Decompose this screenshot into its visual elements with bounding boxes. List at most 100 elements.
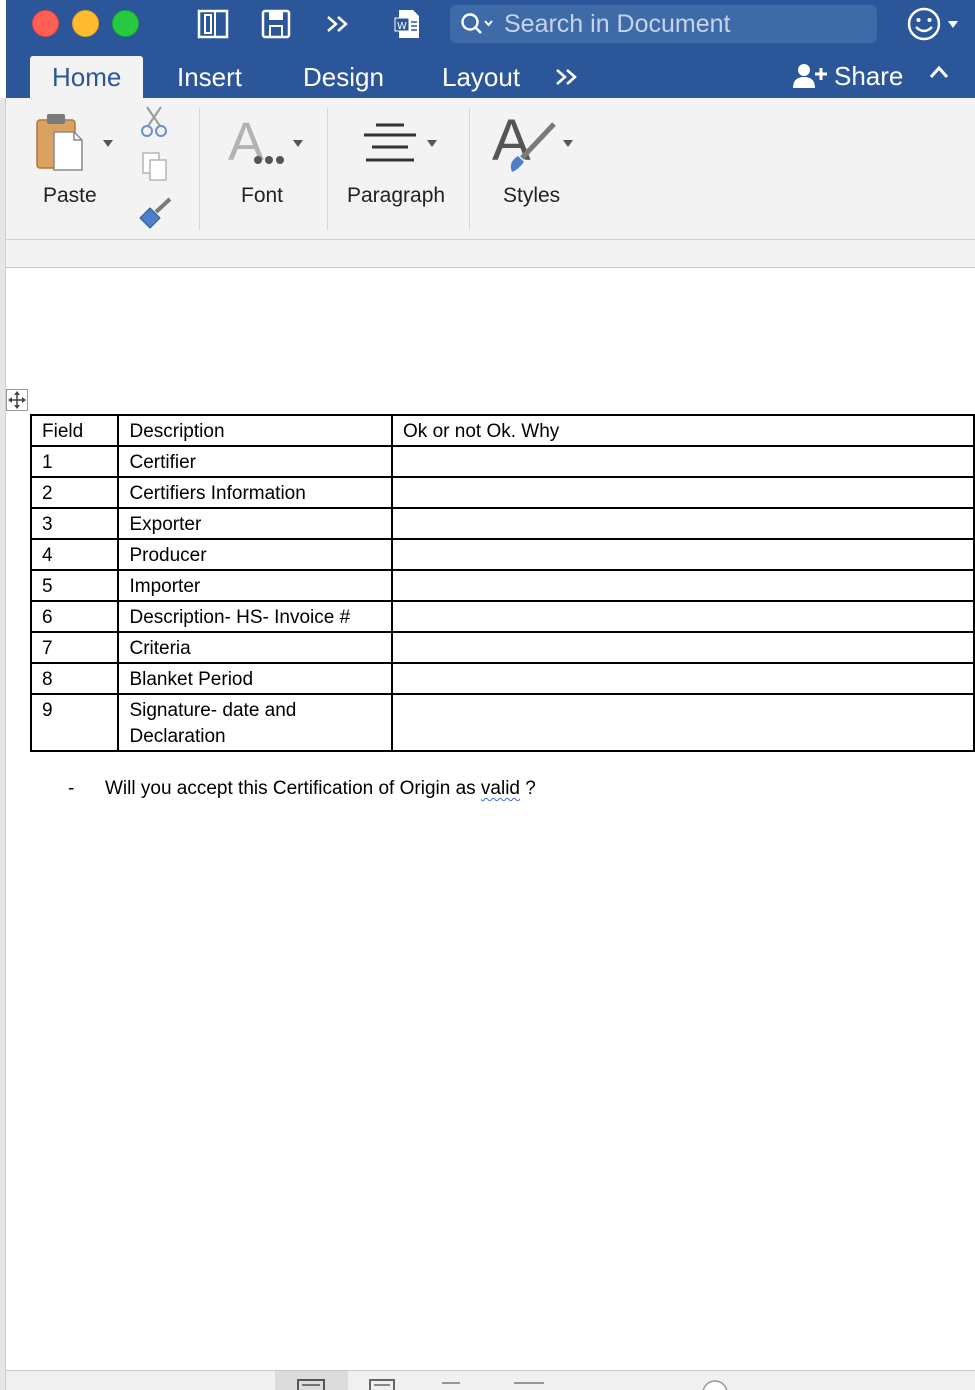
- paste-options-arrow[interactable]: [103, 140, 113, 147]
- tab-layout[interactable]: Layout: [442, 56, 520, 98]
- search-input[interactable]: Search in Document: [450, 5, 877, 43]
- table-row: 7 Criteria: [29, 631, 975, 664]
- description-cell[interactable]: Producer: [117, 538, 394, 571]
- more-commands-icon[interactable]: [322, 8, 354, 40]
- field-cell[interactable]: 2: [29, 476, 120, 509]
- search-icon: [460, 12, 494, 36]
- zoom-slider-thumb[interactable]: [700, 1371, 730, 1390]
- status-cell[interactable]: [391, 476, 975, 509]
- paste-icon[interactable]: [34, 110, 90, 176]
- title-bar: W Search in Document: [6, 0, 975, 50]
- table-row: 3 Exporter: [29, 507, 975, 540]
- field-cell[interactable]: 8: [29, 662, 120, 695]
- tab-home-label: Home: [52, 61, 122, 92]
- description-cell[interactable]: Criteria: [117, 631, 394, 664]
- tab-home[interactable]: Home: [30, 56, 144, 98]
- table-row: 6 Description- HS- Invoice #: [29, 600, 975, 633]
- table-row: 5 Importer: [29, 569, 975, 602]
- status-cell[interactable]: [391, 569, 975, 602]
- feedback-smiley-icon[interactable]: [906, 6, 966, 42]
- paragraph-label[interactable]: Paragraph: [347, 184, 445, 208]
- more-tabs-icon[interactable]: [554, 56, 580, 98]
- description-cell[interactable]: Importer: [117, 569, 394, 602]
- status-cell[interactable]: [391, 538, 975, 571]
- status-cell[interactable]: [391, 662, 975, 695]
- table-row: 2 Certifiers Information: [29, 476, 975, 509]
- description-cell[interactable]: Signature- date and Declaration: [117, 693, 394, 752]
- sidebar-toggle-icon[interactable]: [196, 8, 230, 40]
- spellcheck-flagged-word[interactable]: valid: [481, 778, 520, 799]
- question-paragraph[interactable]: Will you accept this Certification of Or…: [105, 778, 536, 800]
- share-label: Share: [834, 60, 904, 91]
- zoom-window-button[interactable]: [112, 10, 139, 37]
- close-window-button[interactable]: [32, 10, 59, 37]
- status-bar: [6, 1370, 975, 1390]
- tab-insert-label: Insert: [177, 61, 243, 92]
- cut-icon[interactable]: [138, 104, 170, 142]
- collapse-ribbon-icon[interactable]: [928, 62, 950, 86]
- minimize-window-button[interactable]: [72, 10, 99, 37]
- ribbon-separator: [469, 108, 470, 230]
- svg-text:W: W: [397, 21, 407, 32]
- table-row: 4 Producer: [29, 538, 975, 571]
- home-ribbon: Paste A Font Paragraph A Styles: [6, 98, 975, 240]
- copy-icon[interactable]: [140, 150, 170, 188]
- field-cell[interactable]: 3: [29, 507, 120, 540]
- tab-design[interactable]: Design: [303, 56, 384, 98]
- print-layout-view-button[interactable]: [275, 1371, 348, 1390]
- description-cell[interactable]: Exporter: [117, 507, 394, 540]
- header-field[interactable]: Field: [29, 414, 120, 447]
- styles-label[interactable]: Styles: [503, 184, 560, 208]
- outline-view-button[interactable]: [436, 1371, 466, 1390]
- ruler-area: [6, 240, 975, 268]
- question-suffix: ?: [520, 778, 536, 799]
- table-row: 8 Blanket Period: [29, 662, 975, 695]
- tab-insert[interactable]: Insert: [177, 56, 242, 98]
- paragraph-align-icon[interactable]: [362, 120, 418, 170]
- font-label[interactable]: Font: [241, 184, 283, 208]
- question-text: Will you accept this Certification of Or…: [105, 778, 476, 799]
- paragraph-options-arrow[interactable]: [427, 140, 437, 147]
- field-cell[interactable]: 1: [29, 445, 120, 478]
- save-icon[interactable]: [260, 8, 292, 40]
- format-painter-icon[interactable]: [136, 196, 174, 234]
- ribbon-separator: [327, 108, 328, 230]
- status-cell[interactable]: [391, 631, 975, 664]
- table-row: 1 Certifier: [29, 445, 975, 478]
- tab-design-label: Design: [303, 61, 384, 92]
- web-layout-view-button[interactable]: [364, 1371, 404, 1390]
- styles-options-arrow[interactable]: [563, 140, 573, 147]
- field-cell[interactable]: 7: [29, 631, 120, 664]
- styles-icon[interactable]: A: [492, 108, 562, 180]
- table-header-row: Field Description Ok or not Ok. Why: [29, 414, 975, 447]
- draft-view-button[interactable]: [510, 1371, 550, 1390]
- word-document-icon: W: [392, 8, 422, 40]
- description-cell[interactable]: Blanket Period: [117, 662, 394, 695]
- table-move-handle-icon[interactable]: [6, 389, 28, 411]
- header-description[interactable]: Description: [117, 414, 394, 447]
- window-left-edge: [0, 98, 6, 1390]
- ribbon-tab-bar: Home Insert Design Layout Share: [6, 50, 975, 98]
- field-cell[interactable]: 6: [29, 600, 120, 633]
- font-icon[interactable]: A: [226, 112, 292, 176]
- field-cell[interactable]: 9: [29, 693, 120, 752]
- share-button[interactable]: Share: [792, 58, 903, 94]
- fields-table: Field Description Ok or not Ok. Why 1 Ce…: [29, 414, 975, 752]
- status-cell[interactable]: [391, 445, 975, 478]
- status-cell[interactable]: [391, 507, 975, 540]
- status-cell[interactable]: [391, 600, 975, 633]
- list-dash: -: [68, 778, 75, 799]
- header-status[interactable]: Ok or not Ok. Why: [391, 414, 975, 447]
- search-placeholder: Search in Document: [504, 9, 731, 38]
- description-cell[interactable]: Description- HS- Invoice #: [117, 600, 394, 633]
- ribbon-separator: [199, 108, 200, 230]
- font-options-arrow[interactable]: [293, 140, 303, 147]
- paste-label[interactable]: Paste: [43, 184, 97, 208]
- status-cell[interactable]: [391, 693, 975, 752]
- description-cell[interactable]: Certifiers Information: [117, 476, 394, 509]
- add-person-icon: [792, 63, 828, 89]
- field-cell[interactable]: 4: [29, 538, 120, 571]
- field-cell[interactable]: 5: [29, 569, 120, 602]
- description-cell[interactable]: Certifier: [117, 445, 394, 478]
- table-row: 9 Signature- date and Declaration: [29, 693, 975, 752]
